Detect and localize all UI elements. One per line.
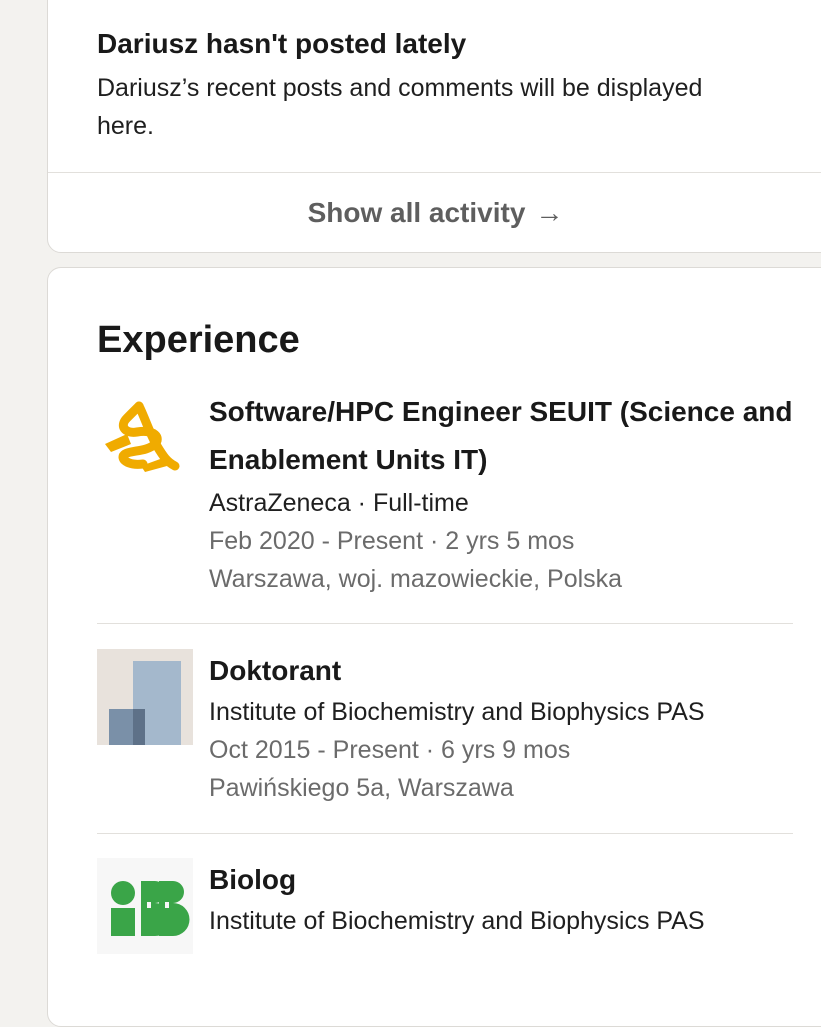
experience-dates: Oct 2015 - Present · 6 yrs 9 mos [209, 736, 571, 764]
experience-company: Institute of Biochemistry and Biophysics… [209, 907, 705, 935]
company-placeholder-icon[interactable] [97, 649, 193, 745]
activity-empty-title: Dariusz hasn't posted lately [97, 28, 467, 59]
ibb-logo-icon[interactable] [97, 858, 193, 954]
experience-details: Doktorant Institute of Biochemistry and … [209, 649, 799, 807]
activity-empty-description: Dariusz’s recent posts and comments will… [97, 74, 703, 140]
divider [97, 623, 793, 624]
divider [97, 833, 793, 834]
experience-dates: Feb 2020 - Present · 2 yrs 5 mos [209, 527, 575, 555]
show-all-activity-label: Show all activity [307, 197, 526, 228]
arrow-right-icon: → [535, 197, 564, 228]
experience-location: Pawińskiego 5a, Warszawa [209, 774, 514, 802]
experience-details: Software/HPC Engineer SEUIT (Science and… [209, 392, 799, 598]
experience-company: AstraZeneca · Full-time [209, 489, 469, 517]
astrazeneca-logo-icon[interactable] [97, 392, 193, 488]
experience-item[interactable]: Software/HPC Engineer SEUIT (Science and… [97, 392, 793, 602]
experience-item[interactable]: Biolog Institute of Biochemistry and Bio… [97, 858, 793, 958]
experience-title: Software/HPC Engineer SEUIT (Science and… [209, 396, 793, 475]
experience-item[interactable]: Doktorant Institute of Biochemistry and … [97, 649, 793, 819]
experience-title: Doktorant [209, 655, 342, 686]
experience-location: Warszawa, woj. mazowieckie, Polska [209, 565, 623, 593]
activity-card: Dariusz hasn't posted lately Dariusz’s r… [47, 0, 821, 253]
show-all-activity-button[interactable]: Show all activity → [48, 173, 821, 253]
experience-company: Institute of Biochemistry and Biophysics… [209, 698, 705, 726]
experience-card: Experience Software/HPC Engineer SEUIT (… [47, 267, 821, 1027]
experience-section-title: Experience [97, 319, 300, 361]
experience-title: Biolog [209, 864, 297, 895]
experience-details: Biolog Institute of Biochemistry and Bio… [209, 858, 799, 940]
